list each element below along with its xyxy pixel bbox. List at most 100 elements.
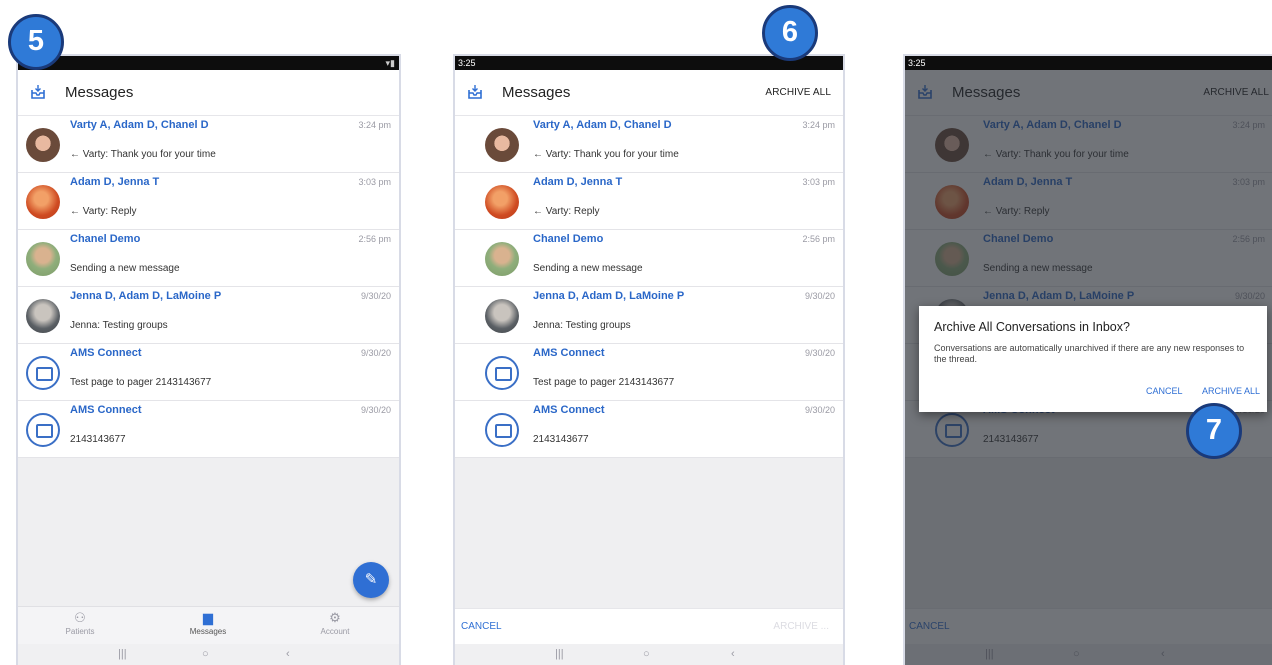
tab-label: Patients [65, 627, 95, 636]
home-icon[interactable]: ○ [643, 648, 650, 660]
app-bar: Messages ARCHIVE ALL [455, 70, 843, 116]
conversation-name: AMS Connect [70, 347, 142, 359]
status-bar: 3:25 [905, 56, 1272, 70]
avatar [26, 299, 60, 333]
conversation-preview: Sending a new message [70, 263, 180, 274]
conversation-name: Chanel Demo [70, 233, 141, 245]
list-item[interactable]: Chanel Demo 2:56 pm Sending a new message [455, 230, 843, 287]
compose-icon: ✎ [364, 571, 378, 588]
conversation-time: 3:03 pm [358, 177, 391, 187]
cancel-button[interactable]: CANCEL [461, 621, 502, 632]
list-item[interactable]: Jenna D, Adam D, LaMoine P 9/30/20 Jenna: … [18, 287, 399, 344]
dialog-cancel-button[interactable]: CANCEL [1146, 386, 1183, 396]
phone-screen-archive-mode: 3:25 Messages ARCHIVE ALL Varty A, Adam … [453, 54, 845, 665]
compose-button[interactable]: ✎ [353, 562, 389, 598]
recents-icon[interactable]: ||| [118, 648, 127, 660]
tab-account[interactable]: ⚙ Account [295, 610, 375, 637]
signal-icon: ▾▮ [385, 58, 395, 68]
conversation-name: Varty A, Adam D, Chanel D [70, 119, 209, 131]
dialog-title: Archive All Conversations in Inbox? [934, 320, 1130, 334]
conversation-preview: Sending a new message [533, 263, 643, 274]
list-item[interactable]: Jenna D, Adam D, LaMoine P 9/30/20 Jenna: … [455, 287, 843, 344]
system-nav-bar: ||| ○ ‹ [455, 644, 843, 665]
conversation-name: Jenna D, Adam D, LaMoine P [533, 290, 685, 302]
conversation-name: AMS Connect [533, 404, 605, 416]
status-bar: ▾▮ [18, 56, 399, 70]
conversation-name: AMS Connect [70, 404, 142, 416]
step-badge-7: 7 [1186, 403, 1242, 459]
conversation-time: 9/30/20 [360, 348, 391, 358]
conversation-name: Jenna D, Adam D, LaMoine P [70, 290, 222, 302]
tab-patients[interactable]: ⚇ Patients [40, 610, 120, 637]
pager-app-icon [485, 356, 519, 390]
avatar [485, 185, 519, 219]
avatar [26, 242, 60, 276]
archive-all-button[interactable]: ARCHIVE ALL [765, 87, 831, 98]
home-icon[interactable]: ○ [202, 648, 209, 660]
bottom-nav: ⚇ Patients ▆ Messages ⚙ Account [18, 606, 399, 644]
list-item[interactable]: Chanel Demo 2:56 pm Sending a new message [18, 230, 399, 287]
dialog-message: Conversations are automatically unarchiv… [934, 343, 1245, 364]
page-title: Messages [502, 84, 571, 101]
page-title: Messages [65, 84, 134, 101]
back-icon[interactable]: ‹ [286, 648, 290, 660]
conversation-preview: Jenna: Testing groups [533, 320, 631, 331]
conversation-preview: 2143143677 [70, 434, 126, 445]
messages-icon: ▆ [203, 610, 213, 625]
recents-icon[interactable]: ||| [555, 648, 564, 660]
account-icon: ⚙ [329, 610, 341, 625]
inbox-icon[interactable] [467, 84, 483, 100]
conversation-list: Varty A, Adam D, Chanel D 3:24 pm ← Varty:… [455, 116, 843, 458]
phone-screen-inbox: ▾▮ Messages Varty A, Adam D, Chanel D 3:2… [16, 54, 401, 665]
conversation-time: 9/30/20 [804, 291, 835, 301]
status-time: 3:25 [908, 58, 926, 68]
conversation-preview: ← Varty: Thank you for your time [70, 149, 216, 160]
avatar [26, 128, 60, 162]
conversation-preview: ← Varty: Thank you for your time [533, 149, 679, 160]
list-item[interactable]: AMS Connect 9/30/20 Test page to pager 214… [18, 344, 399, 401]
step-badge-6: 6 [762, 5, 818, 61]
conversation-name: AMS Connect [533, 347, 605, 359]
conversation-time: 3:24 pm [802, 120, 835, 130]
avatar [485, 242, 519, 276]
back-icon[interactable]: ‹ [731, 648, 735, 660]
list-item[interactable]: AMS Connect 9/30/20 Test page to pager 214… [455, 344, 843, 401]
system-nav-bar: ||| ○ ‹ [18, 644, 399, 665]
phone-screen-archive-dialog: 3:25 Messages ARCHIVE ALL Varty A, Adam … [903, 54, 1272, 665]
archive-selected-button[interactable]: ARCHIVE ... [773, 621, 829, 632]
conversation-time: 3:24 pm [358, 120, 391, 130]
inbox-icon[interactable] [30, 84, 46, 100]
conversation-time: 9/30/20 [804, 405, 835, 415]
list-item[interactable]: Adam D, Jenna T 3:03 pm ← Varty: Reply [455, 173, 843, 230]
conversation-name: Chanel Demo [533, 233, 604, 245]
conversation-time: 2:56 pm [802, 234, 835, 244]
conversation-preview: Test page to pager 2143143677 [70, 377, 212, 388]
pager-app-icon [26, 356, 60, 390]
avatar [485, 299, 519, 333]
conversation-time: 2:56 pm [358, 234, 391, 244]
conversation-list: Varty A, Adam D, Chanel D 3:24 pm ← Varty:… [18, 116, 399, 458]
step-badge-5: 5 [8, 14, 64, 70]
conversation-time: 3:03 pm [802, 177, 835, 187]
conversation-preview: Jenna: Testing groups [70, 320, 168, 331]
tutorial-stage: ▾▮ Messages Varty A, Adam D, Chanel D 3:2… [0, 0, 1272, 665]
list-item[interactable]: AMS Connect 9/30/20 2143143677 [18, 401, 399, 458]
status-time: 3:25 [458, 58, 476, 68]
conversation-time: 9/30/20 [360, 291, 391, 301]
archive-confirm-dialog: Archive All Conversations in Inbox? Conv… [919, 306, 1267, 412]
tab-messages[interactable]: ▆ Messages [168, 610, 248, 637]
conversation-preview: 2143143677 [533, 434, 589, 445]
list-item[interactable]: Adam D, Jenna T 3:03 pm ← Varty: Reply [18, 173, 399, 230]
list-item[interactable]: AMS Connect 9/30/20 2143143677 [455, 401, 843, 458]
conversation-name: Adam D, Jenna T [533, 176, 623, 188]
pager-app-icon [485, 413, 519, 447]
conversation-name: Varty A, Adam D, Chanel D [533, 119, 672, 131]
tab-label: Messages [189, 627, 227, 636]
patients-icon: ⚇ [74, 610, 86, 625]
pager-app-icon [26, 413, 60, 447]
list-item[interactable]: Varty A, Adam D, Chanel D 3:24 pm ← Varty:… [455, 116, 843, 173]
dialog-archive-all-button[interactable]: ARCHIVE ALL [1202, 386, 1260, 396]
list-item[interactable]: Varty A, Adam D, Chanel D 3:24 pm ← Varty:… [18, 116, 399, 173]
conversation-preview: ← Varty: Reply [533, 206, 600, 217]
conversation-preview: Test page to pager 2143143677 [533, 377, 675, 388]
